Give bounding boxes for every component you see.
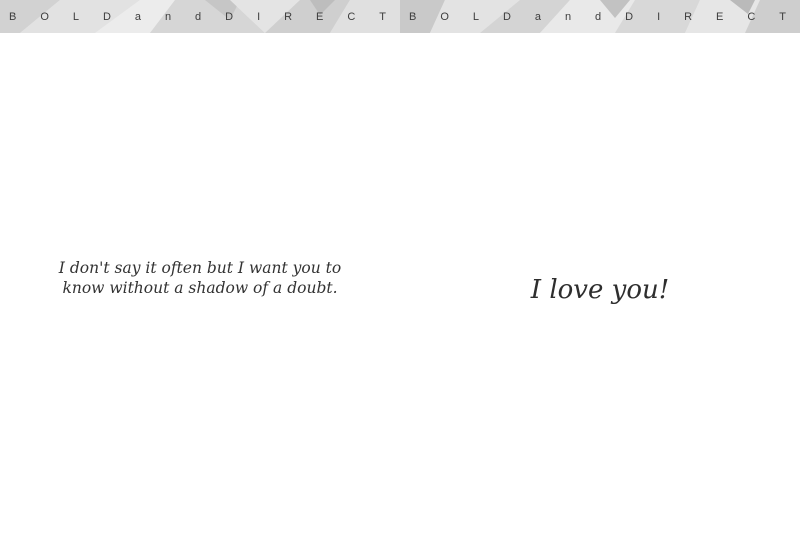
card-right-panel: B O L Da n d D I R E C T I love you! <box>400 0 800 560</box>
header-letter: T <box>779 10 786 23</box>
header-letter: E <box>716 10 724 23</box>
header-text: B O L Da n d D I R E C T <box>0 0 400 33</box>
header-letter: n <box>564 10 572 23</box>
header-letter: T <box>379 10 386 23</box>
header-band: B O L Da n d D I R E C T <box>0 0 400 33</box>
header-letter: a <box>134 10 141 23</box>
header-letter: E <box>316 10 324 23</box>
header-letter: a <box>534 10 541 23</box>
header-letter: I <box>257 10 261 23</box>
header-letter: C <box>747 10 756 23</box>
header-letter: B <box>409 10 417 23</box>
header-letter: D <box>225 10 234 23</box>
header-letter: R <box>684 10 693 23</box>
header-letter: I <box>657 10 661 23</box>
header-letter: L <box>72 10 79 23</box>
inside-message: I don't say it often but I want you to k… <box>58 259 342 297</box>
header-letter: R <box>284 10 293 23</box>
header-letter: n <box>164 10 172 23</box>
header-letter: C <box>347 10 356 23</box>
headline-message: I love you! <box>530 275 670 305</box>
header-letter: L <box>472 10 479 23</box>
header-text: B O L Da n d D I R E C T <box>400 0 800 33</box>
header-letter: D <box>102 10 111 23</box>
header-letter: O <box>40 10 49 23</box>
header-letter: d <box>595 10 602 23</box>
header-letter: B <box>9 10 17 23</box>
header-letter: d <box>195 10 202 23</box>
card-left-panel: B O L Da n d D I R E C T I don't say it often but I… <box>0 0 400 560</box>
header-band: B O L Da n d D I R E C T <box>400 0 800 33</box>
header-letter: D <box>502 10 511 23</box>
header-letter: O <box>440 10 449 23</box>
header-letter: D <box>625 10 634 23</box>
